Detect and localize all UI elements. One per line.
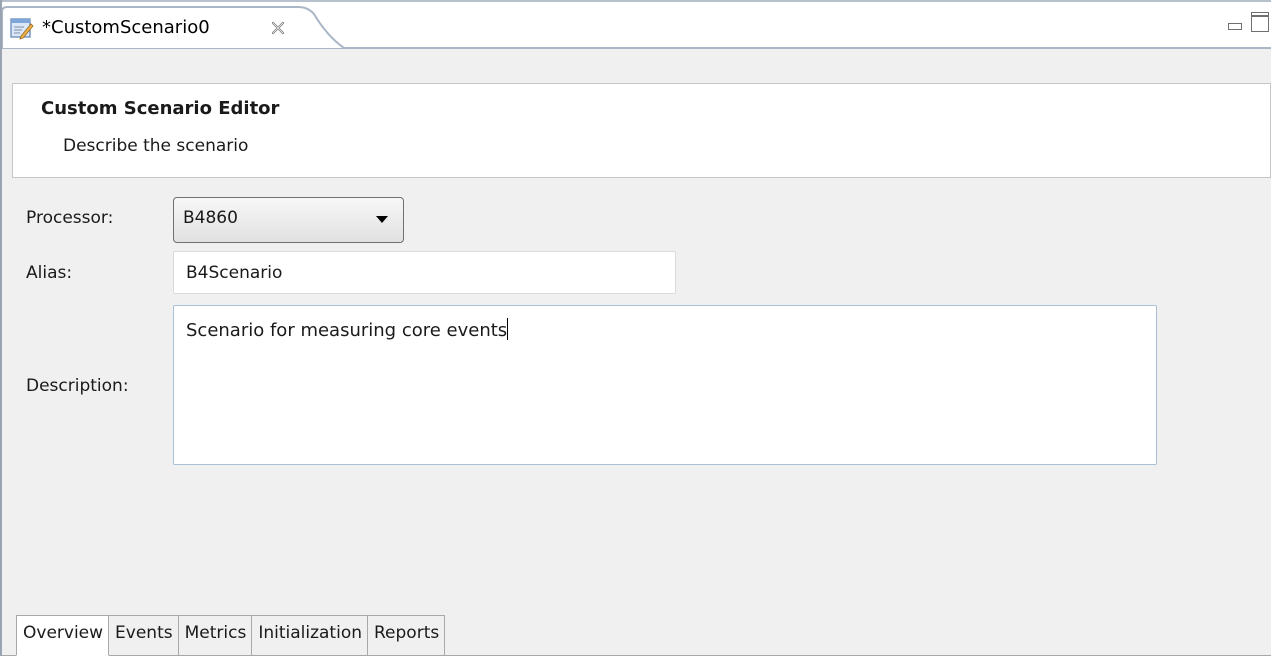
minimize-icon[interactable]: [1228, 16, 1242, 30]
description-text: Scenario for measuring core events: [186, 320, 508, 341]
tab-events[interactable]: Events: [109, 615, 179, 656]
custom-scenario-editor-window: *CustomScenario0 Custom Scenario Editor …: [0, 0, 1271, 656]
tab-metrics[interactable]: Metrics: [178, 615, 253, 656]
editor-page-tabs: Overview Events Metrics Initialization R…: [16, 615, 446, 656]
processor-label: Processor:: [26, 208, 114, 228]
description-value: Scenario for measuring core events: [186, 318, 509, 341]
edit-document-icon: [10, 16, 34, 40]
alias-label: Alias:: [26, 263, 73, 283]
alias-input[interactable]: B4Scenario: [173, 251, 676, 294]
description-textarea[interactable]: Scenario for measuring core events: [173, 305, 1157, 465]
text-caret: [507, 318, 509, 340]
alias-value: B4Scenario: [186, 263, 283, 283]
tab-overview[interactable]: Overview: [16, 615, 110, 656]
close-icon[interactable]: [270, 20, 286, 36]
editor-tab-title: *CustomScenario0: [42, 17, 210, 38]
tab-initialization[interactable]: Initialization: [252, 615, 368, 656]
processor-selected-value: B4860: [183, 208, 238, 228]
processor-dropdown[interactable]: B4860: [173, 197, 404, 243]
maximize-icon[interactable]: [1251, 12, 1269, 32]
editor-tab-strip: *CustomScenario0: [2, 0, 1271, 49]
description-label: Description:: [26, 376, 129, 396]
dropdown-arrow-icon: [376, 216, 388, 223]
editor-tab-custom-scenario[interactable]: *CustomScenario0: [2, 6, 344, 49]
editor-title: Custom Scenario Editor: [41, 98, 280, 119]
editor-header: Custom Scenario Editor Describe the scen…: [12, 83, 1271, 178]
editor-subtitle: Describe the scenario: [63, 136, 249, 156]
tab-reports[interactable]: Reports: [368, 615, 446, 656]
